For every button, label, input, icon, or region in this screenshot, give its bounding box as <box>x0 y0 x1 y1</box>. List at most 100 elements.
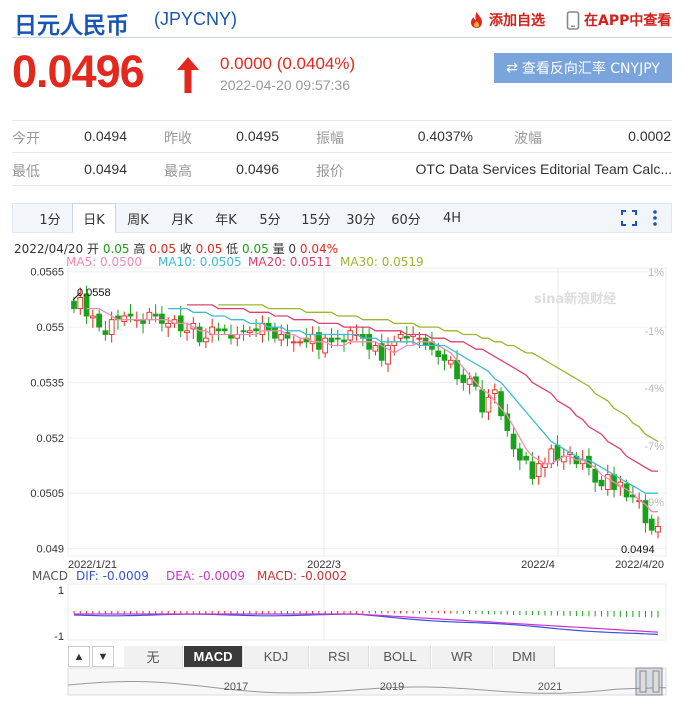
macd-value-legend: MACD: -0.0002 <box>257 569 348 583</box>
open-in-app-label: 在APP中查看 <box>584 13 672 29</box>
ohlc-low: 0.05 <box>242 242 269 256</box>
candle-body <box>253 328 259 332</box>
candle-body <box>290 341 297 344</box>
candle-body <box>397 334 404 339</box>
tab-period-0[interactable]: 1分 <box>30 203 70 233</box>
navigator-year-label: 2021 <box>538 681 562 693</box>
candle-body <box>466 378 473 385</box>
ohlc-close: 0.05 <box>195 242 223 256</box>
candle-body <box>146 311 153 321</box>
current-price: 0.0496 <box>12 46 145 97</box>
y-tick-label: 0.0535 <box>30 377 64 389</box>
candle-body <box>447 359 454 365</box>
range-label: 波幅 <box>514 131 542 147</box>
more-vertical-icon <box>653 210 657 226</box>
open-in-app-button[interactable]: 在APP中查看 <box>566 10 671 30</box>
tab-period-8[interactable]: 60分 <box>386 203 426 233</box>
vol-label-mini: 量 <box>272 242 285 256</box>
candle-body <box>554 444 561 461</box>
fullscreen-button[interactable] <box>620 209 638 227</box>
min-price-label: 0.0494 <box>621 544 655 556</box>
macd-tick-label: -1 <box>54 631 64 642</box>
y-tick-label: 0.0565 <box>30 267 64 279</box>
tab-period-2[interactable]: 周K <box>118 203 158 233</box>
range-navigator[interactable]: 2017 2019 2021 <box>0 667 684 697</box>
x-tick-label: 2022/4/20 <box>615 559 664 571</box>
indicator-tab-4[interactable]: BOLL <box>370 646 431 667</box>
prev-close-label: 昨收 <box>164 131 192 147</box>
open-label: 今开 <box>12 131 40 147</box>
add-watchlist-button[interactable]: 添加自选 <box>468 10 545 30</box>
reverse-rate-button[interactable]: ⇄ 查看反向汇率 CNYJPY <box>494 53 672 83</box>
ohlc-vol: 0 <box>288 242 297 256</box>
x-tick-label: 2022/4 <box>521 559 555 571</box>
candle-body <box>121 315 128 322</box>
high-value: 0.0496 <box>236 161 279 177</box>
tab-period-9[interactable]: 4H <box>432 203 472 233</box>
navigator-track <box>67 667 667 696</box>
candle-body <box>485 396 492 413</box>
quote-timestamp: 2022-04-20 09:57:36 <box>220 77 350 93</box>
candle-body <box>89 315 96 319</box>
navigator-handle-right <box>652 670 660 693</box>
tab-period-4[interactable]: 年K <box>206 203 246 233</box>
candle-body <box>77 297 84 310</box>
candle-body <box>278 334 285 341</box>
candle-body <box>159 313 165 324</box>
candle-body <box>108 319 115 335</box>
scroll-up-button[interactable]: ▲ <box>68 646 90 667</box>
tab-period-5[interactable]: 5分 <box>250 203 290 233</box>
quote-table-mid-divider <box>12 152 672 153</box>
candle-body <box>203 337 209 343</box>
indicator-tab-5[interactable]: WR <box>432 646 493 667</box>
candle-body <box>184 330 190 334</box>
candle-body <box>246 330 253 334</box>
up-arrow-icon <box>177 57 199 93</box>
macd-dif-legend: DIF: -0.0009 <box>76 569 149 583</box>
candle-body <box>441 354 448 361</box>
candle-body <box>548 448 555 465</box>
fullscreen-icon <box>621 210 637 226</box>
candle-body <box>272 326 278 339</box>
ohlc-date: 2022/04/20 <box>14 242 84 256</box>
candle-body <box>322 337 329 354</box>
candle-body <box>460 374 467 383</box>
watermark: sina新浪财经 <box>534 291 616 307</box>
candle-body <box>498 391 504 417</box>
indicator-tab-2[interactable]: KDJ <box>244 646 309 667</box>
pct-tick-label: -7% <box>644 441 664 453</box>
tab-period-6[interactable]: 15分 <box>296 203 336 233</box>
indicator-tab-0[interactable]: 无 <box>124 646 183 667</box>
indicator-tab-3[interactable]: RSI <box>310 646 369 667</box>
close-label-mini: 收 <box>179 242 192 256</box>
indicator-tab-1[interactable]: MACD <box>184 646 243 667</box>
low-label: 最低 <box>12 164 40 180</box>
swap-icon: ⇄ <box>506 60 518 76</box>
quote-source-label: 报价 <box>316 164 344 180</box>
y-tick-label: 0.049 <box>36 544 64 556</box>
navigator-year-label: 2019 <box>380 681 404 693</box>
high-label: 最高 <box>164 164 192 180</box>
scroll-down-button[interactable]: ▼ <box>92 646 114 667</box>
prev-close-value: 0.0495 <box>236 128 279 144</box>
kline-chart[interactable]: 0.0565 0.055 0.0535 0.052 0.0505 0.049 1% -1% -4… <box>0 266 684 576</box>
tab-period-1[interactable]: 日K <box>72 203 116 233</box>
indicator-tab-6[interactable]: DMI <box>494 646 555 667</box>
low-label-mini: 低 <box>226 242 239 256</box>
macd-chart[interactable]: 1 -1 <box>0 582 684 642</box>
candle-body <box>403 335 410 339</box>
triangle-up-icon: ▲ <box>73 650 85 663</box>
header-divider <box>12 37 672 38</box>
candle-body <box>516 448 523 461</box>
y-tick-label: 0.052 <box>36 433 64 445</box>
flame-icon <box>471 12 482 28</box>
candle-body <box>96 313 102 328</box>
low-value: 0.0494 <box>84 161 127 177</box>
more-options-button[interactable] <box>650 207 660 229</box>
ohlc-pct: 0.04% <box>299 242 338 256</box>
candle-body <box>586 455 592 468</box>
candle-body <box>491 389 498 394</box>
tab-period-7[interactable]: 30分 <box>340 203 382 233</box>
tab-period-3[interactable]: 月K <box>162 203 202 233</box>
candle-body <box>165 322 172 328</box>
